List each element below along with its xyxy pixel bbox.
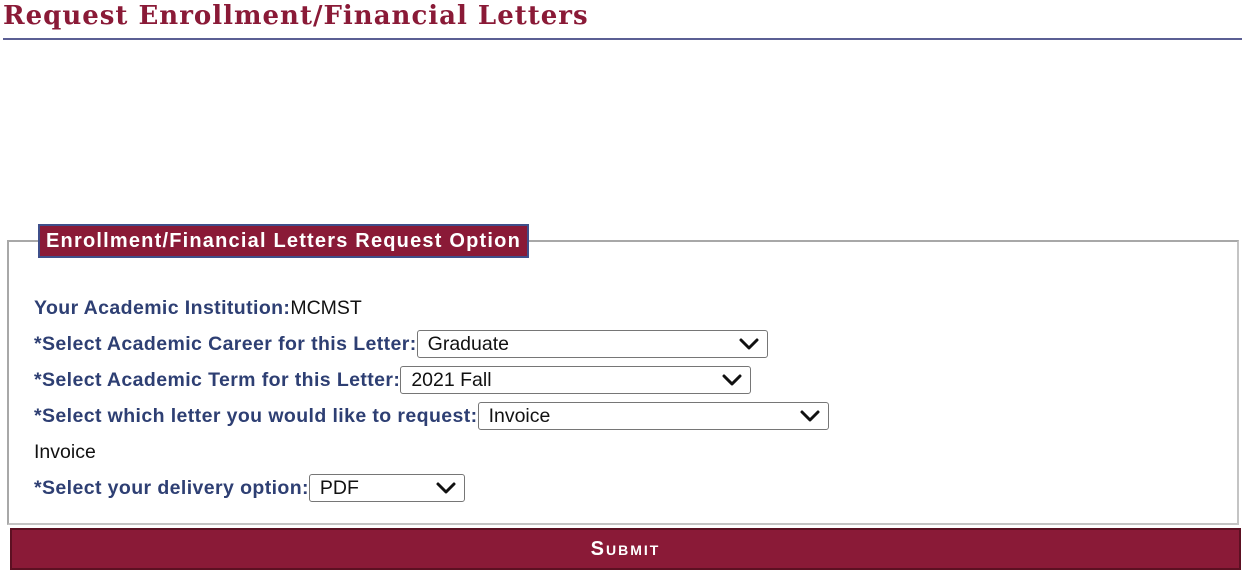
career-label: *Select Academic Career for this Letter: xyxy=(34,332,417,355)
chevron-down-icon xyxy=(436,482,456,494)
career-select[interactable]: Graduate xyxy=(416,330,768,358)
term-row: *Select Academic Term for this Letter: 2… xyxy=(34,366,752,394)
submit-button[interactable]: Submit xyxy=(10,528,1241,570)
career-select-value: Graduate xyxy=(427,332,509,355)
selected-letter-text: Invoice xyxy=(34,440,96,463)
chevron-down-icon xyxy=(722,374,742,386)
letter-select-value: Invoice xyxy=(488,404,551,427)
page-title: Request Enrollment/Financial Letters xyxy=(3,1,589,31)
career-row: *Select Academic Career for this Letter:… xyxy=(34,330,768,358)
groupbox-legend: Enrollment/Financial Letters Request Opt… xyxy=(38,224,529,258)
title-divider xyxy=(3,38,1242,40)
letter-label: *Select which letter you would like to r… xyxy=(34,404,478,427)
institution-label: Your Academic Institution: xyxy=(34,296,291,319)
delivery-label: *Select your delivery option: xyxy=(34,476,309,499)
selected-letter-row: Invoice xyxy=(34,438,96,466)
institution-value: MCMST xyxy=(290,296,362,319)
chevron-down-icon xyxy=(800,410,820,422)
page: Request Enrollment/Financial Letters Enr… xyxy=(0,0,1250,580)
term-select[interactable]: 2021 Fall xyxy=(400,366,752,394)
chevron-down-icon xyxy=(739,338,759,350)
term-select-value: 2021 Fall xyxy=(411,368,492,391)
delivery-select[interactable]: PDF xyxy=(308,474,465,502)
delivery-row: *Select your delivery option: PDF xyxy=(34,474,465,502)
delivery-select-value: PDF xyxy=(319,476,359,499)
institution-row: Your Academic Institution: MCMST xyxy=(34,294,362,322)
letter-select[interactable]: Invoice xyxy=(477,402,829,430)
letter-row: *Select which letter you would like to r… xyxy=(34,402,829,430)
term-label: *Select Academic Term for this Letter: xyxy=(34,368,401,391)
